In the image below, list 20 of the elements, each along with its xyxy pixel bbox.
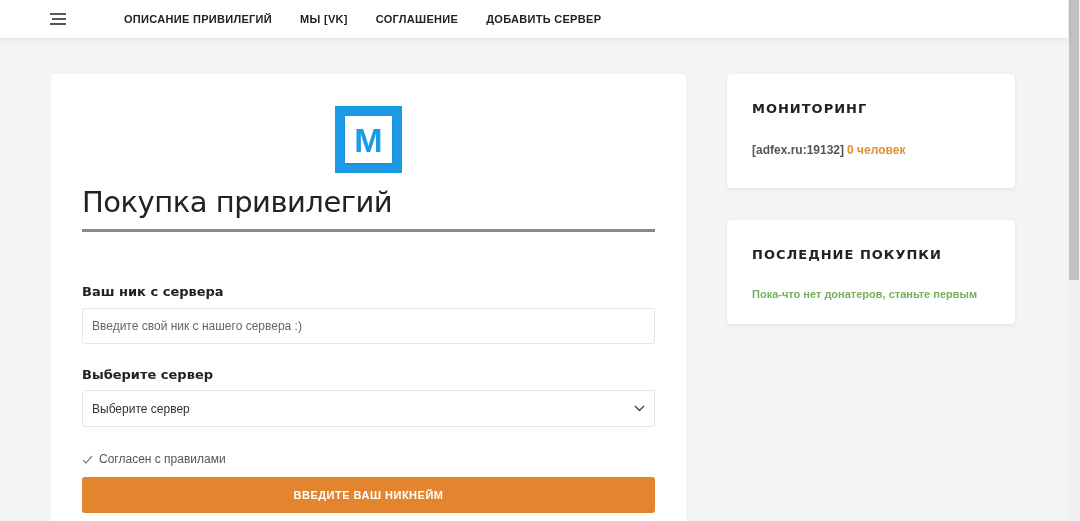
nickname-input[interactable]: Введите свой ник с нашего сервера :) [82,307,655,344]
nav-link[interactable]: ОПИСАНИЕ ПРИВИЛЕГИЙ [124,10,273,28]
chevron-down-icon [634,405,645,412]
player-count: 0 человек [847,141,906,159]
logo-icon: M [335,106,402,173]
card-title: ПОСЛЕДНИЕ ПОКУПКИ [752,246,943,264]
server-address: [adfex.ru:19132] [752,141,845,159]
page-title: Покупка привилегий [82,184,394,221]
agree-checkbox[interactable]: Согласен с правилами [82,450,226,468]
menu-icon[interactable] [50,13,66,25]
nav-link[interactable]: СОГЛАШЕНИЕ [375,10,459,28]
check-icon [82,454,93,464]
server-select[interactable]: Выберите сервер [82,390,655,427]
empty-message: Пока-что нет донатеров, станьте первым [752,286,979,302]
nav-link[interactable]: МЫ [VK] [300,10,348,28]
nav-link[interactable]: ДОБАВИТЬ СЕРВЕР [486,10,602,28]
scrollbar[interactable] [1068,0,1080,521]
card-title: МОНИТОРИНГ [752,100,869,118]
field-label: Ваш ник с сервера [82,283,225,301]
field-label: Выберите сервер [82,365,215,384]
